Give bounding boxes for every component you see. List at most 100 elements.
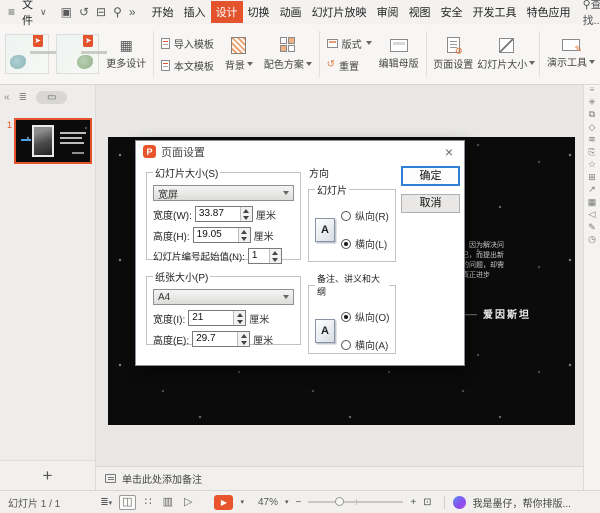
annotate-pen-icon[interactable]: ✎ — [588, 223, 596, 232]
color-scheme-button[interactable]: 配色方案 — [264, 37, 312, 71]
zoom-out-button[interactable]: − — [295, 497, 301, 508]
slide-height-input[interactable]: 19.05 — [193, 227, 251, 243]
presentation-tools-button[interactable]: ✎ 演示工具 — [547, 39, 595, 69]
tab-review[interactable]: 审阅 — [372, 1, 404, 23]
tab-security[interactable]: 安全 — [436, 1, 468, 23]
slide-view-tab[interactable]: ▭ — [36, 91, 67, 104]
paste-picture-icon[interactable]: ⎘ — [588, 148, 595, 157]
right-toolbar: ≡ ✳ ⧉ ◇ ≋ ⎘ ☆ ⊞ ↗ ▦ ◁ ✎ ◷ — [583, 85, 600, 490]
spin-up-button[interactable] — [238, 332, 249, 339]
undo-icon[interactable]: ↺ — [79, 6, 89, 18]
page-setup-button[interactable]: ⚙ 页面设置 — [433, 37, 473, 71]
tab-animation[interactable]: 动画 — [275, 1, 307, 23]
history-clock-icon[interactable]: ◷ — [588, 235, 596, 244]
outline-view-icon[interactable]: ≣ — [19, 92, 27, 103]
audio-icon[interactable]: ◁ — [589, 210, 596, 219]
spin-down-button[interactable] — [238, 339, 249, 346]
adjust-filters-icon[interactable]: ≋ — [588, 135, 596, 144]
slide-panel: « ≣ ▭ 1 + — [0, 85, 96, 490]
paper-size-preset-select[interactable]: A4 — [153, 289, 294, 305]
presentation-tools-icon: ✎ — [562, 39, 580, 51]
slide-size-button[interactable]: 幻灯片大小 — [480, 38, 532, 71]
radio-unchecked[interactable] — [341, 340, 351, 350]
paper-width-input[interactable]: 21 — [188, 310, 246, 326]
tab-devtools[interactable]: 开发工具 — [468, 1, 522, 23]
file-menu-chevron-icon[interactable]: ∨ — [40, 8, 47, 17]
spin-up-button[interactable] — [241, 207, 252, 214]
zoom-percent[interactable]: 47% — [258, 497, 278, 508]
reading-view-button[interactable]: ▥ — [161, 496, 175, 509]
notes-toggle-icon[interactable]: ≣▾ — [100, 497, 112, 508]
text-template-button[interactable]: 本文模板 — [161, 58, 214, 73]
tab-slideshow[interactable]: 幻灯片放映 — [307, 1, 372, 23]
ai-assistant-icon[interactable]: ✳ — [588, 98, 596, 107]
notes-portrait-option[interactable]: 纵向(O) — [341, 309, 389, 324]
layout-button[interactable]: 版式 — [327, 36, 372, 51]
edit-master-icon — [390, 39, 408, 52]
tab-design[interactable]: 设计 — [211, 1, 243, 23]
paper-height-input[interactable]: 29.7 — [192, 331, 250, 347]
tab-home[interactable]: 开始 — [147, 1, 179, 23]
more-designs-button[interactable]: ▦ 更多设计 — [106, 38, 146, 70]
picture-icon[interactable]: ▦ — [588, 198, 597, 207]
cancel-button[interactable]: 取消 — [401, 194, 460, 213]
zoom-in-button[interactable]: + — [410, 497, 416, 508]
radio-checked[interactable] — [341, 312, 351, 322]
share-icon[interactable]: ↗ — [588, 185, 596, 194]
notes-input-area[interactable]: 单击此处添加备注 — [96, 466, 583, 490]
normal-view-button[interactable]: ◫ — [119, 495, 135, 510]
reset-button[interactable]: ↺ 重置 — [327, 58, 372, 73]
spin-up-button[interactable] — [270, 249, 281, 256]
assistant-entry[interactable]: 我是墨仔，帮你排版... — [453, 495, 571, 510]
slides-copy-icon[interactable]: ⧉ — [589, 110, 595, 119]
close-icon[interactable]: × — [441, 145, 457, 159]
spin-down-button[interactable] — [234, 318, 245, 325]
radio-unchecked[interactable] — [341, 211, 351, 221]
tab-view[interactable]: 视图 — [404, 1, 436, 23]
import-template-button[interactable]: 导入模板 — [161, 36, 214, 51]
print-icon[interactable]: ⊟ — [96, 6, 106, 18]
tab-special[interactable]: 特色应用 — [522, 1, 576, 23]
play-slideshow-button[interactable]: ▶ — [214, 495, 233, 510]
tab-transitions[interactable]: 切换 — [243, 1, 275, 23]
ok-button[interactable]: 确定 — [401, 166, 460, 186]
slide-thumbnail-1[interactable] — [14, 118, 92, 164]
slide-landscape-option[interactable]: 横向(L) — [341, 236, 389, 251]
edit-master-button[interactable]: 编辑母版 — [379, 39, 419, 70]
spin-down-button[interactable] — [241, 214, 252, 221]
tab-insert[interactable]: 插入 — [179, 1, 211, 23]
shape-icon[interactable]: ◇ — [589, 123, 596, 132]
spin-up-button[interactable] — [239, 228, 250, 235]
zoom-dropdown-icon[interactable]: ▾ — [285, 498, 289, 506]
collapse-panel-icon[interactable]: « — [4, 92, 10, 103]
spin-down-button[interactable] — [239, 235, 250, 242]
slide-portrait-option[interactable]: 纵向(R) — [341, 208, 389, 223]
zoom-slider-handle[interactable] — [335, 497, 344, 506]
play-dropdown-icon[interactable]: ▾ — [240, 498, 244, 506]
fit-slide-button[interactable]: ⊡ — [423, 497, 431, 508]
search-button[interactable]: ⚲查找... — [583, 0, 600, 28]
spin-up-button[interactable] — [234, 311, 245, 318]
print-preview-icon[interactable]: ⚲ — [113, 6, 122, 18]
zoom-slider[interactable] — [308, 501, 403, 503]
comment-icon[interactable]: ⊞ — [588, 173, 596, 182]
save-icon[interactable]: ▣ — [61, 6, 72, 18]
new-slide-button[interactable]: + — [0, 460, 95, 490]
file-menu[interactable]: 文件 — [22, 0, 33, 28]
slide-width-input[interactable]: 33.87 — [195, 206, 253, 222]
notes-landscape-option[interactable]: 横向(A) — [341, 337, 389, 352]
slide-number-start-input[interactable]: 1 — [248, 248, 282, 264]
slide-size-preset-select[interactable]: 宽屏 — [153, 185, 294, 201]
slideshow-view-button[interactable]: ▷ — [182, 496, 194, 509]
radio-checked[interactable] — [341, 239, 351, 249]
spin-down-button[interactable] — [270, 256, 281, 263]
background-button[interactable]: 背景 — [221, 37, 257, 72]
quote-attribution: —— 爱因斯坦 — [460, 306, 531, 321]
template-thumbnail-2[interactable]: ➤ — [56, 34, 100, 74]
template-thumbnail-1[interactable]: ➤ — [5, 34, 49, 74]
more-tools-icon[interactable]: » — [129, 6, 136, 18]
hamburger-menu-icon[interactable]: ≡ — [8, 6, 15, 18]
rail-menu-icon[interactable]: ≡ — [590, 86, 595, 94]
slide-sorter-view-button[interactable]: ∷ — [143, 496, 154, 509]
favorites-star-icon[interactable]: ☆ — [588, 160, 596, 169]
